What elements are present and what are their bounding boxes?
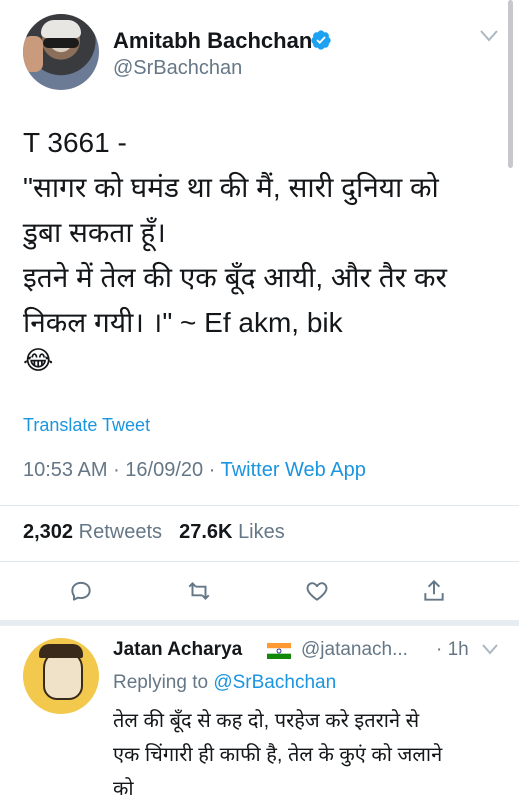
author-name[interactable]: Amitabh Bachchan xyxy=(113,28,312,54)
tweet-date: 16/09/20 xyxy=(125,459,204,481)
author-handle[interactable]: @SrBachchan xyxy=(113,57,242,80)
tweet-source-link[interactable]: Twitter Web App xyxy=(221,459,366,481)
divider xyxy=(0,505,519,506)
reply-author-handle[interactable]: @jatanach... xyxy=(301,639,408,661)
verified-badge-icon xyxy=(311,30,331,50)
reply-icon xyxy=(71,581,91,601)
tweet-time: 10:53 AM xyxy=(23,459,108,481)
section-divider xyxy=(0,620,519,626)
chevron-down-icon[interactable] xyxy=(480,30,498,42)
india-flag-icon xyxy=(267,643,291,659)
tweet-text: T 3661 - "सागर को घमंड था की मैं, सारी द… xyxy=(23,127,447,338)
share-button[interactable] xyxy=(417,574,451,608)
retweet-button[interactable] xyxy=(182,574,216,608)
like-button[interactable] xyxy=(300,574,334,608)
heart-icon xyxy=(306,582,328,601)
replying-prefix: Replying to xyxy=(113,672,209,693)
likes-label[interactable]: Likes xyxy=(238,521,285,543)
replying-to: Replying to @SrBachchan xyxy=(113,672,336,694)
reply-author-name[interactable]: Jatan Acharya xyxy=(113,639,242,661)
engagement-counts: 2,302 Retweets 27.6K Likes xyxy=(23,521,285,544)
tweet-meta: 10:53 AM · 16/09/20 · Twitter Web App xyxy=(23,459,366,481)
divider xyxy=(0,561,519,562)
retweets-count[interactable]: 2,302 xyxy=(23,521,73,543)
scrollbar[interactable] xyxy=(508,0,513,168)
chevron-down-icon[interactable] xyxy=(482,644,498,655)
reply-time[interactable]: · 1h xyxy=(436,639,469,661)
retweet-icon xyxy=(188,582,210,600)
retweets-label[interactable]: Retweets xyxy=(79,521,162,543)
reply-author-avatar[interactable] xyxy=(23,638,99,714)
reply-text: तेल की बूँद से कह दो, परहेज करे इतराने स… xyxy=(113,710,443,800)
laughing-emoji: 😂 xyxy=(23,345,54,375)
author-avatar[interactable] xyxy=(23,14,99,90)
replying-to-link[interactable]: @SrBachchan xyxy=(213,672,336,693)
translate-tweet-link[interactable]: Translate Tweet xyxy=(23,415,150,436)
likes-count[interactable]: 27.6K xyxy=(179,521,232,543)
reply-button[interactable] xyxy=(64,574,98,608)
share-icon xyxy=(424,579,444,601)
